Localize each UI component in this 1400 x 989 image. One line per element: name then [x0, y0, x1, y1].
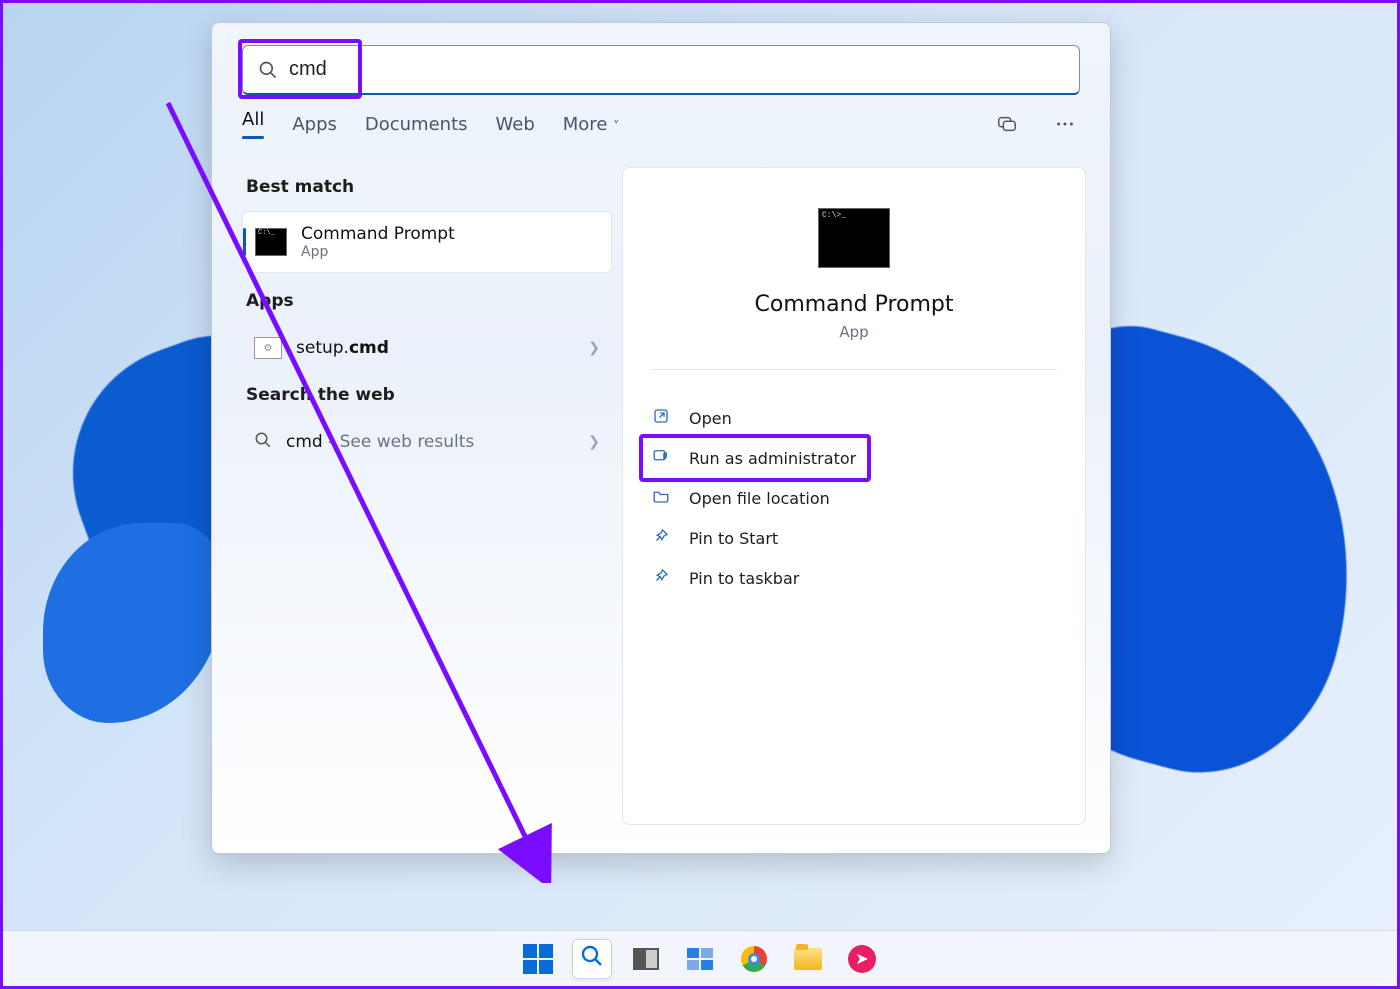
result-setup-cmd[interactable]: ⚙ setup.cmd ❯: [242, 325, 612, 371]
action-run-as-administrator[interactable]: Run as administrator: [647, 438, 1061, 478]
preview-subtitle: App: [647, 323, 1061, 341]
widgets-button[interactable]: [680, 939, 720, 979]
tab-all[interactable]: All: [242, 109, 264, 149]
divider: [651, 369, 1057, 370]
taskbar-search-button[interactable]: [572, 939, 612, 979]
file-explorer-button[interactable]: [788, 939, 828, 979]
taskbar: ➤: [3, 930, 1397, 986]
action-pin-to-taskbar[interactable]: Pin to taskbar: [647, 558, 1061, 598]
task-view-icon: [633, 948, 659, 970]
action-label: Pin to taskbar: [689, 569, 799, 588]
section-best-match: Best match: [246, 177, 612, 197]
search-icon: [258, 60, 278, 84]
result-title: setup.cmd: [296, 338, 389, 358]
action-open-file-location[interactable]: Open file location: [647, 478, 1061, 518]
section-search-web: Search the web: [246, 385, 612, 405]
command-prompt-icon: [255, 228, 287, 256]
pin-icon: [651, 527, 671, 549]
chrome-button[interactable]: [734, 939, 774, 979]
result-title: Command Prompt: [301, 224, 455, 244]
windows-logo-icon: [523, 944, 553, 974]
pinned-app-button[interactable]: ➤: [842, 939, 882, 979]
action-label: Open: [689, 409, 732, 428]
more-options-icon[interactable]: [1050, 109, 1080, 143]
search-icon: [254, 431, 272, 453]
tab-more[interactable]: More ˅: [563, 114, 619, 145]
task-view-button[interactable]: [626, 939, 666, 979]
result-subtitle: App: [301, 244, 455, 260]
chevron-down-icon: ˅: [609, 119, 619, 133]
chrome-icon: [741, 946, 767, 972]
action-label: Run as administrator: [689, 449, 856, 468]
folder-icon: [794, 948, 822, 970]
action-open[interactable]: Open: [647, 398, 1061, 438]
search-input[interactable]: [242, 45, 1080, 95]
action-label: Pin to Start: [689, 529, 778, 548]
chat-icon[interactable]: [992, 109, 1022, 143]
action-label: Open file location: [689, 489, 830, 508]
result-web-cmd[interactable]: cmd - See web results ❯: [242, 419, 612, 465]
start-button[interactable]: [518, 939, 558, 979]
preview-title: Command Prompt: [647, 292, 1061, 317]
command-prompt-icon: [818, 208, 890, 268]
search-panel: All Apps Documents Web More ˅ Best match…: [211, 22, 1111, 854]
action-pin-to-start[interactable]: Pin to Start: [647, 518, 1061, 558]
app-icon: ➤: [848, 945, 876, 973]
filter-tabs: All Apps Documents Web More ˅: [242, 109, 1080, 149]
results-column: Best match Command Prompt App Apps ⚙ set…: [212, 159, 612, 849]
preview-pane: Command Prompt App Open Run as administr…: [622, 167, 1086, 825]
result-title: cmd - See web results: [286, 432, 474, 452]
open-icon: [651, 407, 671, 429]
tab-web[interactable]: Web: [496, 114, 535, 145]
tab-documents[interactable]: Documents: [365, 114, 468, 145]
chevron-right-icon: ❯: [588, 340, 600, 356]
folder-icon: [651, 487, 671, 509]
chevron-right-icon: ❯: [588, 434, 600, 450]
search-icon: [580, 944, 604, 974]
file-icon: ⚙: [254, 337, 282, 359]
tab-apps[interactable]: Apps: [292, 114, 337, 145]
admin-shield-icon: [651, 447, 671, 469]
section-apps: Apps: [246, 291, 612, 311]
result-command-prompt[interactable]: Command Prompt App: [242, 211, 612, 273]
pin-icon: [651, 567, 671, 589]
widgets-icon: [687, 948, 713, 970]
